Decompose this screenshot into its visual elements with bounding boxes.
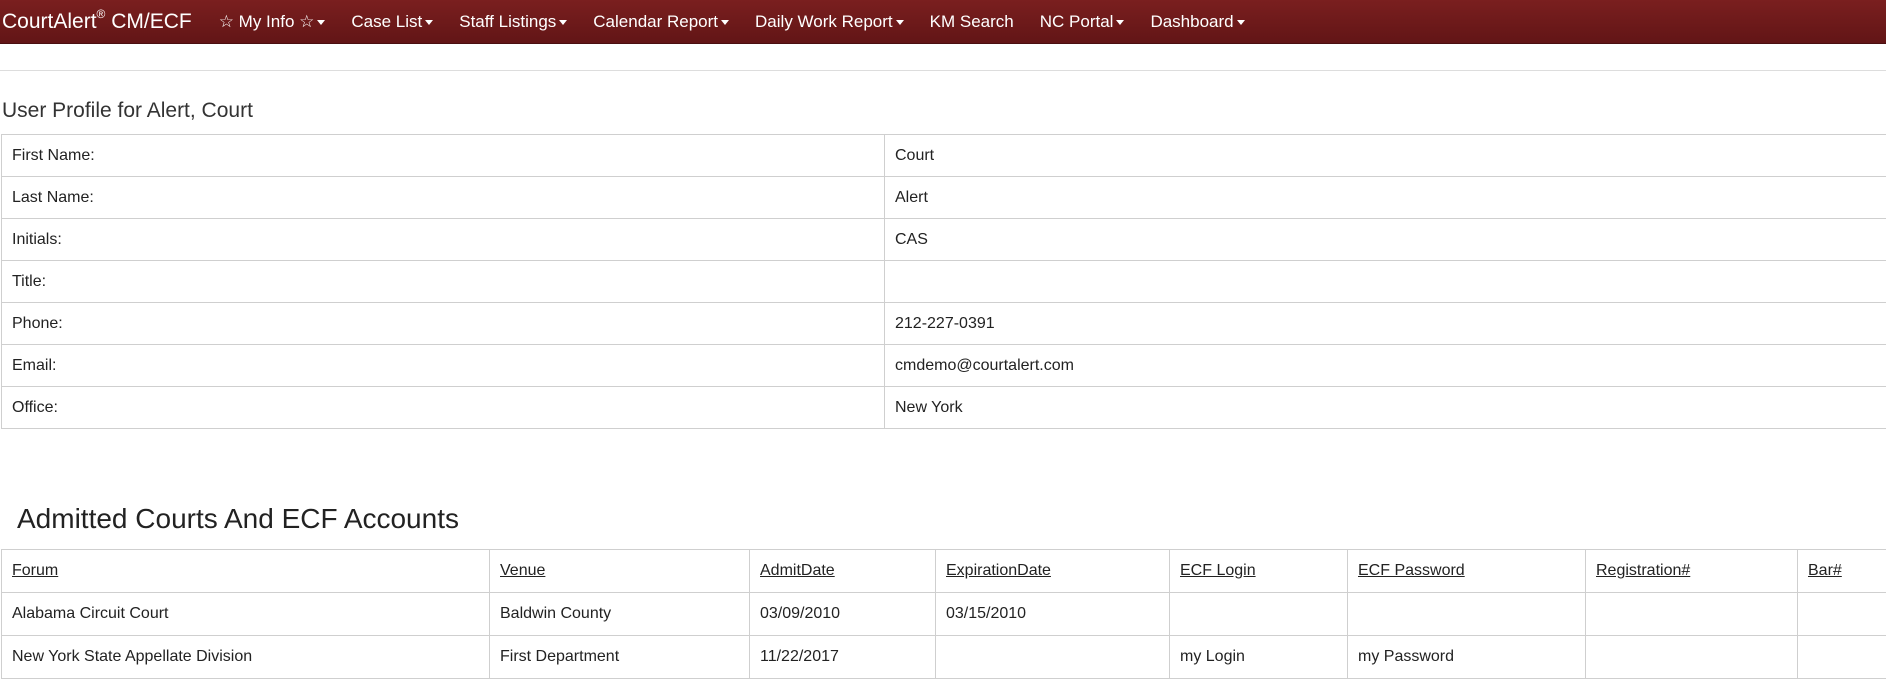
nav-case-list-label: Case List [351,12,422,32]
sort-venue-link[interactable]: Venue [500,562,545,579]
nav-my-info[interactable]: ☆ My Info ☆ [206,0,339,44]
profile-row-initials: Initials: CAS [2,219,1886,261]
table-row: New York State Appellate Division First … [2,636,1886,679]
profile-row-email: Email: cmdemo@courtalert.com [2,345,1886,387]
nav-calendar-report[interactable]: Calendar Report [580,0,742,44]
profile-row-title: Title: [2,261,1886,303]
cell-ecf-login: my Login [1170,636,1348,679]
sort-forum-link[interactable]: Forum [12,562,58,579]
caret-down-icon [425,20,433,25]
cell-expiration-date [936,636,1170,679]
cell-venue: Baldwin County [490,593,750,636]
nav-menu: ☆ My Info ☆ Case List Staff Listings Cal… [206,0,1258,44]
cell-bar [1798,636,1886,679]
brand-name: CourtAlert [2,10,97,33]
profile-row-phone: Phone: 212-227-0391 [2,303,1886,345]
sort-expiration-date-link[interactable]: ExpirationDate [946,562,1051,579]
courts-heading: Admitted Courts And ECF Accounts [17,503,459,535]
nav-my-info-label: ☆ My Info ☆ [219,12,315,32]
profile-row-first-name: First Name: Court [2,135,1886,177]
caret-down-icon [721,20,729,25]
courts-table: Forum Venue AdmitDate ExpirationDate ECF… [1,549,1886,679]
sort-ecf-login-link[interactable]: ECF Login [1180,562,1256,579]
nav-case-list[interactable]: Case List [338,0,446,44]
cell-ecf-password [1348,593,1586,636]
profile-value: CAS [885,219,1886,261]
cell-bar [1798,593,1886,636]
profile-label: Email: [2,345,885,387]
column-header-bar: Bar# [1798,550,1886,593]
profile-label: Title: [2,261,885,303]
column-header-venue: Venue [490,550,750,593]
nav-nc-portal-label: NC Portal [1040,12,1114,32]
column-header-ecf-login: ECF Login [1170,550,1348,593]
profile-label: Last Name: [2,177,885,219]
cell-admit-date: 03/09/2010 [750,593,936,636]
caret-down-icon [896,20,904,25]
profile-row-last-name: Last Name: Alert [2,177,1886,219]
nav-nc-portal[interactable]: NC Portal [1027,0,1138,44]
nav-daily-work-report-label: Daily Work Report [755,12,893,32]
nav-staff-listings[interactable]: Staff Listings [446,0,580,44]
nav-staff-listings-label: Staff Listings [459,12,556,32]
profile-value: 212-227-0391 [885,303,1886,345]
caret-down-icon [559,20,567,25]
table-row: Alabama Circuit Court Baldwin County 03/… [2,593,1886,636]
divider [0,70,1886,71]
cell-venue: First Department [490,636,750,679]
nav-dashboard-label: Dashboard [1150,12,1233,32]
column-header-admit-date: AdmitDate [750,550,936,593]
column-header-registration: Registration# [1586,550,1798,593]
courts-header-row: Forum Venue AdmitDate ExpirationDate ECF… [2,550,1886,593]
column-header-expiration-date: ExpirationDate [936,550,1170,593]
profile-row-office: Office: New York [2,387,1886,429]
profile-value: New York [885,387,1886,429]
profile-value: Alert [885,177,1886,219]
cell-forum: New York State Appellate Division [2,636,490,679]
profile-label: Office: [2,387,885,429]
cell-registration [1586,593,1798,636]
nav-calendar-report-label: Calendar Report [593,12,718,32]
profile-value: cmdemo@courtalert.com [885,345,1886,387]
column-header-ecf-password: ECF Password [1348,550,1586,593]
brand-suffix: CM/ECF [105,10,191,33]
sort-registration-link[interactable]: Registration# [1596,562,1690,579]
top-navbar: CourtAlert® CM/ECF ☆ My Info ☆ Case List… [0,0,1886,44]
caret-down-icon [1237,20,1245,25]
profile-value: Court [885,135,1886,177]
sort-admit-date-link[interactable]: AdmitDate [760,562,835,579]
profile-label: Initials: [2,219,885,261]
cell-ecf-password: my Password [1348,636,1586,679]
profile-label: Phone: [2,303,885,345]
nav-dashboard[interactable]: Dashboard [1137,0,1257,44]
brand-registered-mark: ® [97,7,106,21]
profile-heading: User Profile for Alert, Court [2,99,253,123]
cell-admit-date: 11/22/2017 [750,636,936,679]
caret-down-icon [317,20,325,25]
cell-registration [1586,636,1798,679]
cell-expiration-date: 03/15/2010 [936,593,1170,636]
nav-km-search[interactable]: KM Search [917,0,1027,44]
cell-ecf-login [1170,593,1348,636]
nav-daily-work-report[interactable]: Daily Work Report [742,0,917,44]
brand-logo[interactable]: CourtAlert® CM/ECF [0,9,206,34]
cell-forum: Alabama Circuit Court [2,593,490,636]
profile-label: First Name: [2,135,885,177]
sort-ecf-password-link[interactable]: ECF Password [1358,562,1465,579]
profile-value [885,261,1886,303]
caret-down-icon [1116,20,1124,25]
profile-table: First Name: Court Last Name: Alert Initi… [1,134,1886,429]
nav-km-search-label: KM Search [930,12,1014,32]
sort-bar-link[interactable]: Bar# [1808,562,1842,579]
column-header-forum: Forum [2,550,490,593]
